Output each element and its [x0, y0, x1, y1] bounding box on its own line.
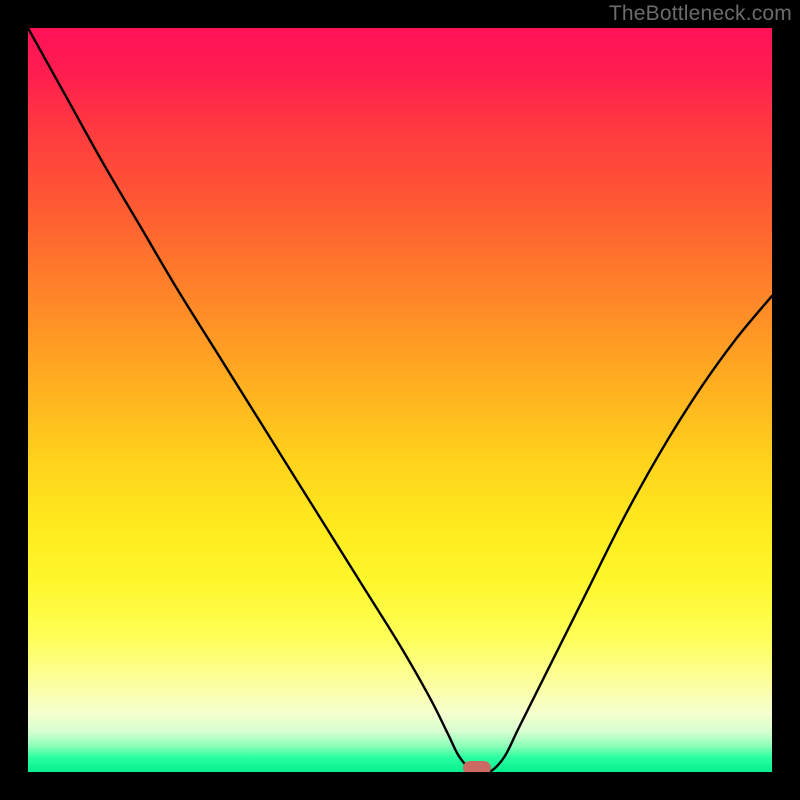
watermark-text: TheBottleneck.com	[609, 2, 792, 26]
bottleneck-curve	[28, 28, 772, 772]
chart-frame: TheBottleneck.com	[0, 0, 800, 800]
plot-area	[28, 28, 772, 772]
optimal-point-marker	[463, 761, 491, 772]
